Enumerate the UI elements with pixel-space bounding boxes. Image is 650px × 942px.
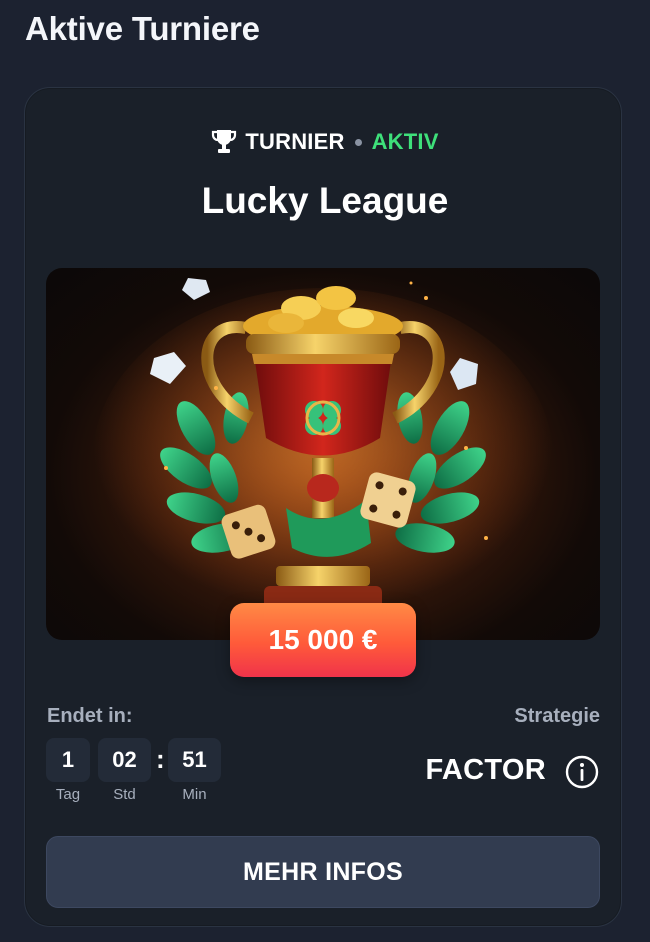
countdown-days-unit: Tag	[55, 786, 81, 803]
countdown-hours-unit: Std	[113, 786, 136, 803]
strategy-label: Strategie	[514, 705, 600, 727]
strategy-value: FACTOR	[425, 754, 546, 786]
golden-trophy-illustration	[93, 278, 553, 628]
countdown-separator: :	[156, 744, 165, 774]
trophy-icon	[211, 128, 237, 156]
more-info-button[interactable]: MEHR INFOS	[46, 836, 600, 908]
prize-pool-badge: 15 000 €	[230, 603, 416, 677]
info-icon[interactable]	[565, 755, 599, 789]
tournament-status-label: AKTIV	[371, 129, 439, 154]
countdown-hours: 02	[98, 738, 151, 782]
countdown-minutes-unit: Min	[182, 786, 207, 803]
tournament-name: Lucky League	[201, 180, 449, 221]
tournament-status: TURNIER AKTIV	[0, 128, 650, 156]
tournament-banner-image	[46, 268, 600, 640]
status-separator-dot	[354, 138, 362, 146]
tournament-type-label: TURNIER	[245, 129, 345, 154]
page-title: Aktive Turniere	[25, 10, 260, 47]
countdown-days: 1	[46, 738, 90, 782]
countdown-minutes: 51	[168, 738, 221, 782]
ends-in-label: Endet in:	[47, 705, 133, 727]
